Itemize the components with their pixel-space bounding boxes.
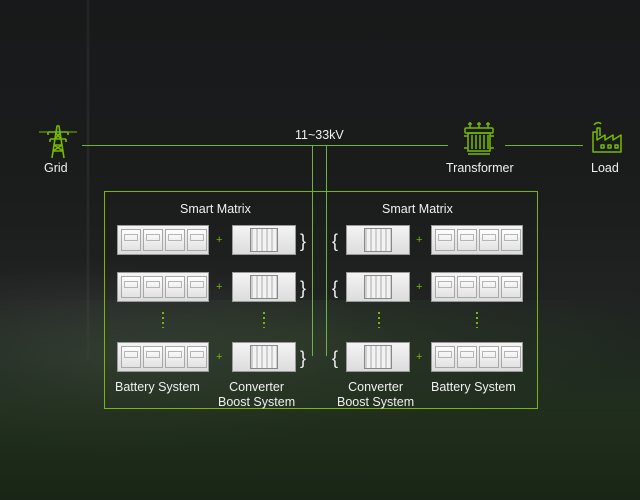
- left-converter-label: Converter Boost System: [218, 380, 295, 410]
- left-converter-label-line2: Boost System: [218, 395, 296, 409]
- connector-brace-left: }: [300, 278, 307, 298]
- ellipsis-dots: [162, 312, 164, 328]
- connector-brace-right: {: [332, 348, 339, 368]
- connector-brace-right: {: [332, 278, 339, 298]
- connector-brace-right: {: [332, 231, 339, 251]
- power-tower-icon: [39, 125, 77, 159]
- battery-unit: [431, 225, 523, 255]
- left-converter-label-line1: Converter: [229, 380, 284, 394]
- converter-unit: [346, 225, 410, 255]
- battery-unit: [117, 225, 209, 255]
- battery-unit: [431, 272, 523, 302]
- grid-busbar: [82, 145, 448, 147]
- transformer-load-line: [505, 145, 583, 147]
- converter-unit: [232, 225, 296, 255]
- right-converter-label-line1: Converter: [348, 380, 403, 394]
- battery-unit: [117, 272, 209, 302]
- plus-icon: +: [416, 351, 423, 363]
- plus-icon: +: [416, 234, 423, 246]
- plus-icon: +: [216, 351, 223, 363]
- transformer-label: Transformer: [446, 161, 514, 175]
- right-matrix-title: Smart Matrix: [382, 202, 453, 216]
- battery-unit: [431, 342, 523, 372]
- converter-unit: [232, 272, 296, 302]
- connector-brace-left: }: [300, 231, 307, 251]
- plus-icon: +: [216, 234, 223, 246]
- ellipsis-dots: [263, 312, 265, 328]
- left-matrix-title: Smart Matrix: [180, 202, 251, 216]
- right-battery-label: Battery System: [431, 380, 516, 394]
- load-label: Load: [591, 161, 619, 175]
- voltage-label: 11~33kV: [295, 128, 344, 142]
- grid-label: Grid: [44, 161, 68, 175]
- battery-unit: [117, 342, 209, 372]
- factory-icon: [592, 121, 622, 153]
- converter-unit: [346, 342, 410, 372]
- right-converter-label: Converter Boost System: [337, 380, 414, 410]
- ellipsis-dots: [476, 312, 478, 328]
- right-converter-label-line2: Boost System: [337, 395, 415, 409]
- converter-unit: [232, 342, 296, 372]
- connector-brace-left: }: [300, 348, 307, 368]
- plus-icon: +: [416, 281, 423, 293]
- ellipsis-dots: [378, 312, 380, 328]
- transformer-icon: [464, 122, 494, 155]
- left-battery-label: Battery System: [115, 380, 200, 394]
- converter-unit: [346, 272, 410, 302]
- plus-icon: +: [216, 281, 223, 293]
